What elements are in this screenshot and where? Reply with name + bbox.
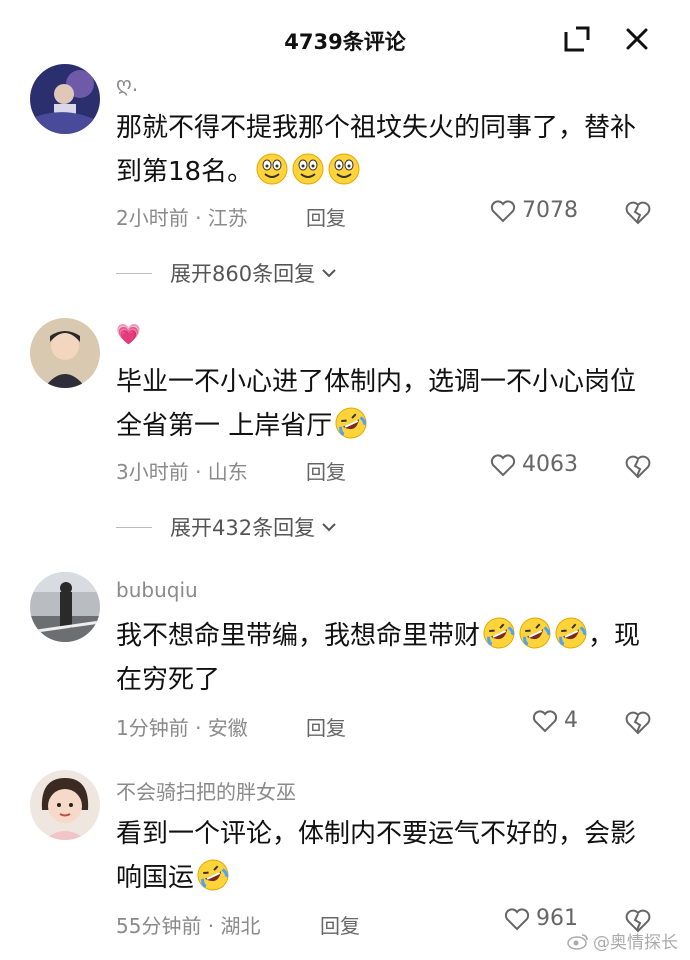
heart-icon bbox=[504, 907, 530, 930]
expand-replies-button[interactable]: 展开860条回复 bbox=[116, 258, 339, 288]
chevron-down-icon bbox=[322, 269, 336, 278]
comment-body: 那就不得不提我那个祖坟失火的同事了，替补到第18名。 bbox=[116, 113, 637, 187]
expand-replies-button[interactable]: 展开432条回复 bbox=[116, 512, 339, 542]
comment-body: 毕业一不小心进了体制内，选调一不小心岗位全省第一 上岸省厅 bbox=[116, 367, 637, 441]
like-count: 7078 bbox=[522, 198, 578, 223]
comment-time-location: 55分钟前 · 湖北 bbox=[116, 914, 261, 938]
watermark: @奥情探长 bbox=[567, 928, 678, 953]
divider bbox=[116, 526, 152, 528]
avatar[interactable] bbox=[30, 64, 100, 134]
username[interactable]: 💗 bbox=[116, 322, 141, 346]
shrink-icon[interactable] bbox=[562, 24, 592, 54]
avatar[interactable] bbox=[30, 572, 100, 642]
rofl-face-icon bbox=[332, 407, 368, 441]
like-button[interactable]: 7078 bbox=[490, 198, 578, 223]
avatar[interactable] bbox=[30, 318, 100, 388]
reply-button[interactable]: 回复 bbox=[306, 712, 346, 741]
username[interactable]: 不会骑扫把的胖女巫 bbox=[116, 776, 296, 805]
chevron-down-icon bbox=[322, 523, 336, 532]
weibo-logo-icon bbox=[567, 933, 588, 950]
like-count: 4063 bbox=[522, 452, 578, 477]
reply-button[interactable]: 回复 bbox=[320, 910, 360, 939]
rofl-face-icon bbox=[480, 617, 588, 651]
comment-text: 我不想命里带编，我想命里带财 ，现在穷死了 bbox=[116, 614, 656, 702]
expand-replies-label: 展开432条回复 bbox=[170, 516, 316, 540]
broken-heart-icon[interactable] bbox=[624, 709, 652, 737]
avatar[interactable] bbox=[30, 770, 100, 840]
heart-icon bbox=[532, 709, 558, 732]
like-button[interactable]: 4 bbox=[532, 708, 578, 733]
comment-time-location: 3小时前 · 山东 bbox=[116, 460, 248, 484]
close-icon[interactable] bbox=[622, 24, 652, 54]
reply-button[interactable]: 回复 bbox=[306, 456, 346, 485]
comment-time-location: 1分钟前 · 安徽 bbox=[116, 716, 248, 740]
username[interactable]: bubuqiu bbox=[116, 578, 198, 602]
broken-heart-icon[interactable] bbox=[624, 199, 652, 227]
watermark-text: @奥情探长 bbox=[593, 933, 678, 953]
comment-text: 那就不得不提我那个祖坟失火的同事了，替补到第18名。 bbox=[116, 106, 656, 194]
like-button[interactable]: 4063 bbox=[490, 452, 578, 477]
broken-heart-icon[interactable] bbox=[624, 453, 652, 481]
comment-text: 看到一个评论，体制内不要运气不好的，会影响国运 bbox=[116, 812, 656, 900]
heart-icon bbox=[490, 199, 516, 222]
comments-header: 4739条评论 bbox=[0, 0, 690, 80]
heart-icon bbox=[490, 453, 516, 476]
like-count: 4 bbox=[564, 708, 578, 733]
reply-button[interactable]: 回复 bbox=[306, 202, 346, 231]
divider bbox=[116, 272, 152, 274]
comment-body: 我不想命里带编，我想命里带财 bbox=[116, 621, 481, 651]
rofl-face-icon bbox=[194, 859, 230, 893]
grin-face-icon bbox=[253, 153, 361, 187]
comment-text: 毕业一不小心进了体制内，选调一不小心岗位全省第一 上岸省厅 bbox=[116, 360, 656, 448]
username[interactable]: ღ. bbox=[116, 72, 138, 96]
expand-replies-label: 展开860条回复 bbox=[170, 262, 316, 286]
comment-time-location: 2小时前 · 江苏 bbox=[116, 206, 248, 230]
